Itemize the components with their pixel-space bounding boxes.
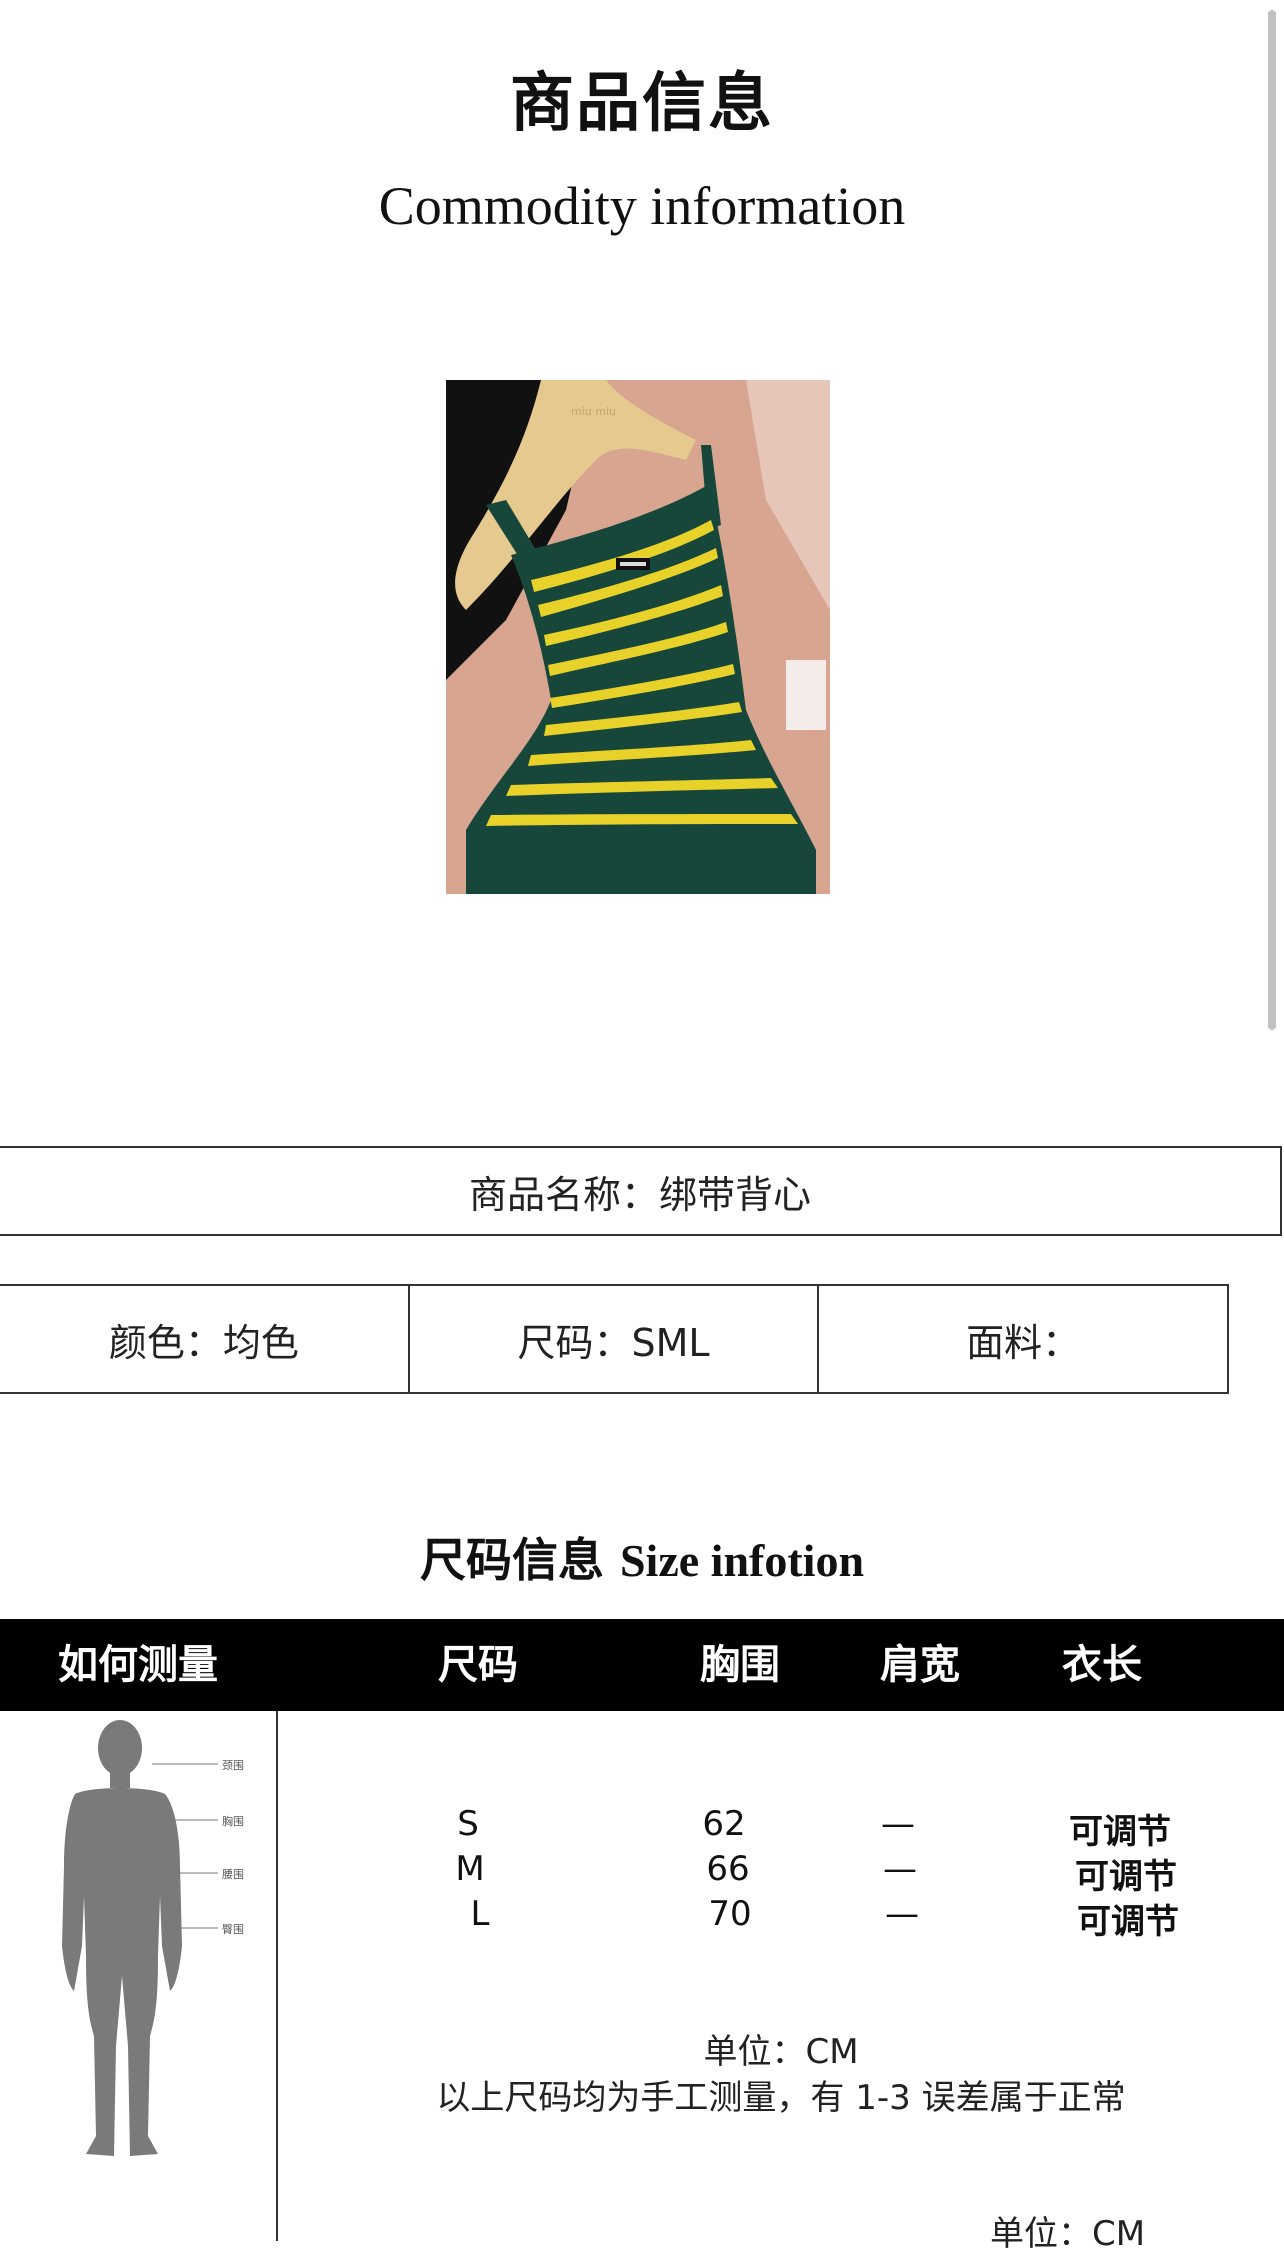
measurement-note: 以上尺码均为手工测量，有 1-3 误差属于正常	[436, 2078, 1126, 2118]
product-name: 商品名称：绑带背心	[468, 1172, 811, 1217]
size-value: L	[470, 1894, 490, 1934]
size-section-heading: 尺码信息 Size infotion	[0, 1524, 1284, 1590]
length-value: 可调节	[1075, 1857, 1177, 1897]
attributes-row: 颜色：均色 尺码：SML 面料：	[0, 1284, 1229, 1394]
shoulder-value: —	[881, 1804, 915, 1844]
size-heading-cn: 尺码信息	[419, 1533, 604, 1587]
size-table-header: 如何测量 尺码 胸围 肩宽 衣长	[0, 1619, 1284, 1711]
chest-value: 62	[702, 1804, 746, 1844]
unit-label-bottom: 单位：CM	[990, 2214, 1146, 2254]
chest-value: 66	[706, 1849, 750, 1889]
column-chest: 胸围	[700, 1642, 780, 1688]
product-photo: miu miu	[446, 380, 830, 894]
column-shoulder: 肩宽	[880, 1642, 960, 1688]
color-cell: 颜色：均色	[0, 1286, 408, 1392]
scrollbar-thumb[interactable]	[1268, 10, 1276, 1030]
length-value: 可调节	[1069, 1812, 1171, 1852]
shoulder-value: —	[883, 1849, 917, 1889]
page-title: 商品信息	[510, 67, 774, 141]
hanger-logo: miu miu	[571, 405, 616, 418]
column-size: 尺码	[438, 1642, 518, 1688]
fabric-cell: 面料：	[817, 1286, 1227, 1392]
size-value: S	[457, 1804, 479, 1844]
figure-label-hip: 臀围	[222, 1923, 244, 1936]
size-heading-en: Size infotion	[619, 1535, 865, 1586]
column-divider	[276, 1711, 278, 2241]
figure-label-waist: 腰围	[222, 1868, 244, 1881]
column-how-to-measure: 如何测量	[58, 1642, 218, 1688]
figure-label-chest: 胸围	[222, 1815, 244, 1828]
figure-label-neck: 颈围	[222, 1759, 244, 1772]
length-value: 可调节	[1077, 1902, 1179, 1942]
size-label: 尺码：SML	[517, 1320, 710, 1365]
size-cell: 尺码：SML	[407, 1286, 818, 1392]
size-value: M	[455, 1849, 485, 1889]
body-measure-figure: 颈围 胸围 腰围 臀围	[30, 1716, 270, 2176]
page-subtitle: Commodity information	[378, 176, 906, 236]
chest-value: 70	[708, 1894, 752, 1934]
color-label: 颜色：均色	[108, 1320, 299, 1365]
fabric-label: 面料：	[966, 1320, 1081, 1365]
shoulder-value: —	[885, 1894, 919, 1934]
human-silhouette-icon	[62, 1720, 218, 2156]
unit-label: 单位：CM	[703, 2032, 859, 2072]
product-name-box: 商品名称：绑带背心	[0, 1146, 1282, 1236]
column-length: 衣长	[1062, 1642, 1142, 1688]
